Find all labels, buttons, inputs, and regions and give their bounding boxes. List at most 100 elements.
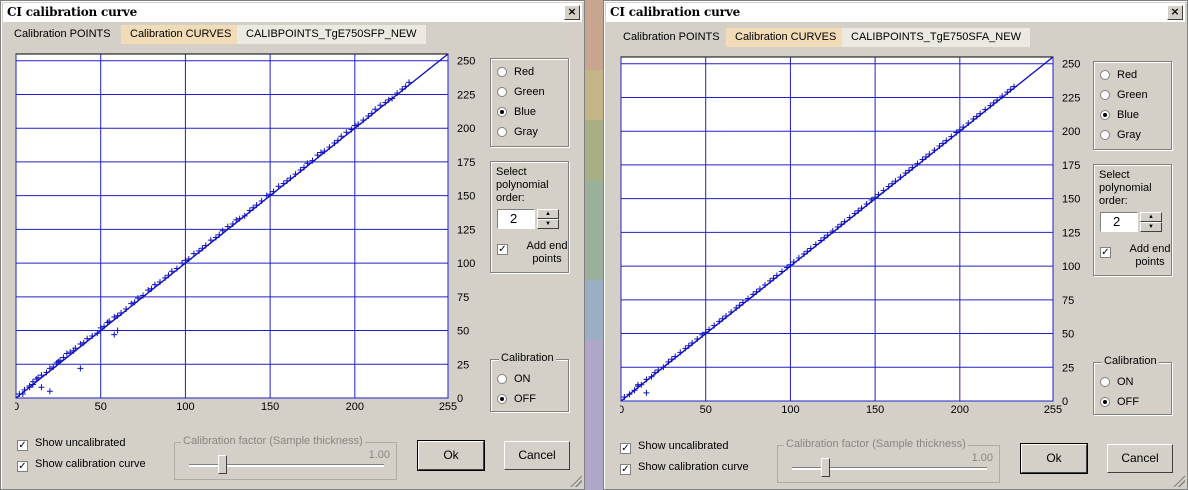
y-tick-label: 250 <box>457 56 475 68</box>
calibration-factor-label: Calibration factor (Sample thickness) <box>181 435 365 447</box>
add-end-points-checkbox[interactable]: ✓ Add end points <box>1100 243 1170 268</box>
background-strip <box>585 70 603 120</box>
show-uncalibrated-label: Show uncalibrated <box>35 437 126 449</box>
calibration-factor-group: Calibration factor (Sample thickness) 1.… <box>174 435 397 480</box>
radio-blue[interactable]: Blue <box>497 104 536 120</box>
calibration-plot: 0 50 100 150 200 2550255075100125150175200225… <box>620 56 1080 416</box>
calibration-window-right: CI calibration curve × Calibration POINT… <box>603 0 1188 490</box>
ok-button[interactable]: Ok <box>417 440 485 471</box>
background-strip <box>585 120 603 180</box>
y-tick-label: 25 <box>457 359 469 371</box>
y-tick-label: 50 <box>457 326 469 338</box>
y-tick-label: 125 <box>457 224 475 236</box>
spin-down-icon[interactable]: ▼ <box>1140 222 1162 232</box>
cancel-button[interactable]: Cancel <box>504 441 570 470</box>
spin-up-icon[interactable]: ▲ <box>537 209 559 219</box>
radio-circle <box>1100 397 1110 407</box>
radio-on[interactable]: ON <box>497 371 531 387</box>
calibration-label: Calibration <box>1102 355 1159 367</box>
y-tick-label: 100 <box>457 258 475 270</box>
x-tick-label: 200 <box>346 401 364 413</box>
close-icon[interactable]: × <box>1167 5 1183 20</box>
y-tick-label: 75 <box>1062 295 1074 307</box>
x-tick-label: 50 <box>700 404 712 416</box>
tab-calibration-curves[interactable]: Calibration CURVES <box>121 25 241 44</box>
radio-circle <box>1100 110 1110 120</box>
y-tick-label: 250 <box>1062 59 1080 71</box>
window-title: CI calibration curve <box>610 5 740 19</box>
show-uncalibrated-checkbox[interactable]: ✓ Show uncalibrated <box>620 440 729 454</box>
file-name-label: CALIBPOINTS_TgE750SFA_NEW <box>842 28 1030 47</box>
show-calibration-curve-checkbox[interactable]: ✓ Show calibration curve <box>620 461 749 475</box>
polynomial-order-input[interactable]: 2 <box>1100 212 1138 232</box>
close-icon[interactable]: × <box>564 5 580 20</box>
title-bar: CI calibration curve × <box>606 3 1185 23</box>
checkmark-icon: ✓ <box>497 244 508 255</box>
show-uncalibrated-checkbox[interactable]: ✓ Show uncalibrated <box>17 437 126 451</box>
show-calibration-curve-label: Show calibration curve <box>35 458 146 470</box>
checkmark-icon: ✓ <box>620 464 631 475</box>
x-tick-label: 100 <box>176 401 194 413</box>
radio-on[interactable]: ON <box>1100 374 1134 390</box>
radio-label: OFF <box>514 393 536 405</box>
x-tick-label: 150 <box>866 404 884 416</box>
polynomial-order-input[interactable]: 2 <box>497 209 535 229</box>
radio-gray[interactable]: Gray <box>1100 127 1141 143</box>
radio-circle <box>497 67 507 77</box>
radio-gray[interactable]: Gray <box>497 124 538 140</box>
checkmark-icon: ✓ <box>620 443 631 454</box>
radio-circle <box>497 127 507 137</box>
tab-calibration-points[interactable]: Calibration POINTS <box>614 28 729 47</box>
radio-circle <box>497 394 507 404</box>
radio-green[interactable]: Green <box>497 84 545 100</box>
polynomial-label: Select polynomial order: <box>496 166 549 204</box>
polynomial-stepper: ▲ ▼ <box>1140 212 1162 232</box>
polynomial-stepper: ▲ ▼ <box>537 209 559 229</box>
polynomial-label: Select polynomial order: <box>1099 169 1152 207</box>
radio-red[interactable]: Red <box>1100 67 1137 83</box>
radio-off[interactable]: OFF <box>497 391 536 407</box>
radio-green[interactable]: Green <box>1100 87 1148 103</box>
show-calibration-curve-checkbox[interactable]: ✓ Show calibration curve <box>17 458 146 472</box>
spin-down-icon[interactable]: ▼ <box>537 219 559 229</box>
calibration-factor-slider-thumb[interactable] <box>821 458 831 477</box>
radio-red[interactable]: Red <box>497 64 534 80</box>
x-tick-label: 0 <box>620 404 624 416</box>
tab-calibration-curves[interactable]: Calibration CURVES <box>726 28 846 47</box>
y-tick-label: 150 <box>457 191 475 203</box>
y-tick-label: 225 <box>457 89 475 101</box>
add-end-points-checkbox[interactable]: ✓ Add end points <box>497 240 567 265</box>
radio-label: Blue <box>1117 109 1140 121</box>
radio-circle <box>1100 70 1110 80</box>
checkmark-icon: ✓ <box>17 461 28 472</box>
background-strip <box>585 340 603 490</box>
show-uncalibrated-label: Show uncalibrated <box>638 440 729 452</box>
radio-label: Green <box>514 86 545 98</box>
channel-group: Red Green Blue Gray <box>490 58 569 147</box>
x-tick-label: 50 <box>95 401 107 413</box>
resize-grip-icon[interactable] <box>570 475 582 487</box>
radio-blue[interactable]: Blue <box>1100 107 1139 123</box>
radio-label: Green <box>1117 89 1148 101</box>
spin-up-icon[interactable]: ▲ <box>1140 212 1162 222</box>
radio-circle <box>1100 377 1110 387</box>
background-strip <box>585 0 603 70</box>
show-calibration-curve-label: Show calibration curve <box>638 461 749 473</box>
calibration-factor-slider-thumb[interactable] <box>218 455 228 474</box>
checkmark-icon: ✓ <box>17 440 28 451</box>
x-tick-label: 150 <box>261 401 279 413</box>
calibration-factor-value: 1.00 <box>368 449 390 461</box>
radio-off[interactable]: OFF <box>1100 394 1139 410</box>
calibration-plot: 0 50 100 150 200 2550255075100125150175200225… <box>15 53 475 413</box>
resize-grip-icon[interactable] <box>1173 475 1185 487</box>
ok-button[interactable]: Ok <box>1020 443 1088 474</box>
calibration-factor-group: Calibration factor (Sample thickness) 1.… <box>777 438 1000 483</box>
radio-circle <box>1100 130 1110 140</box>
add-end-points-label: Add end points <box>526 240 568 265</box>
title-bar: CI calibration curve × <box>3 3 582 23</box>
x-tick-label: 100 <box>781 404 799 416</box>
radio-label: Blue <box>514 106 537 118</box>
tab-calibration-points[interactable]: Calibration POINTS <box>5 25 120 44</box>
radio-circle <box>1100 90 1110 100</box>
cancel-button[interactable]: Cancel <box>1107 444 1173 473</box>
